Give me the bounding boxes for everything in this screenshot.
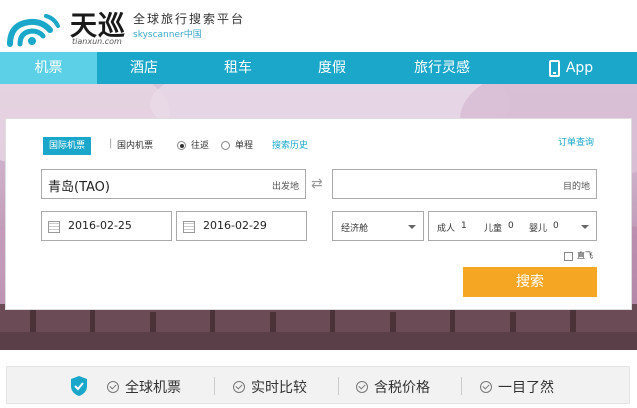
cabin-class-value: 经济舱 [341,224,369,234]
chevron-down-icon [408,225,416,229]
feature-divider [338,377,339,395]
check-circle-icon [107,381,119,393]
oneway-label[interactable]: 单程 [235,138,253,151]
feature-global-flights: 全球机票 [107,377,181,397]
feature-label: 含税价格 [374,380,430,396]
nav-item-flights[interactable]: 机票 [0,52,97,84]
return-date-input[interactable]: 2016-02-29 [176,211,307,241]
site-header: 天巡 tianxun.com 全球旅行搜索平台 skyscanner中国 [0,0,637,52]
main-nav: 机票 酒店 租车 度假 旅行灵感 App [0,52,637,84]
feature-label: 一目了然 [498,380,554,396]
check-circle-icon [233,381,245,393]
roundtrip-label[interactable]: 往返 [191,138,209,151]
chevron-down-icon [581,225,589,229]
site-slogan: 全球旅行搜索平台 [133,12,246,26]
passengers-select[interactable]: 成人 1 儿童 0 婴儿 0 [428,211,597,241]
feature-label: 实时比较 [251,380,307,396]
direct-flights-label[interactable]: 直飞 [577,250,593,261]
feature-label: 全球机票 [125,380,181,396]
feature-divider [214,377,215,395]
nav-item-inspiration[interactable]: 旅行灵感 [379,52,505,84]
search-button[interactable]: 搜索 [463,267,597,297]
depart-date-value: 2016-02-25 [68,219,132,232]
order-lookup-link[interactable]: 订单查询 [558,135,594,148]
feature-tax-included: 含税价格 [356,377,430,397]
return-date-value: 2016-02-29 [203,219,267,232]
adults-count: 1 [461,221,467,231]
origin-hint: 出发地 [271,182,299,192]
nav-item-app-label: App [565,60,594,76]
roundtrip-radio[interactable] [177,141,186,150]
tab-domestic-flights[interactable]: 国内机票 [117,138,153,151]
destination-hint: 目的地 [562,182,590,192]
feature-realtime-compare: 实时比较 [233,377,307,397]
site-sub-slogan: skyscanner中国 [133,30,202,40]
check-circle-icon [356,381,368,393]
nav-item-holidays[interactable]: 度假 [285,52,379,84]
calendar-icon [48,221,60,233]
logo-wifi-icon[interactable] [6,10,62,48]
children-label: 儿童 [484,224,503,234]
check-circle-icon [480,381,492,393]
cabin-class-select[interactable]: 经济舱 [332,211,424,241]
depart-date-input[interactable]: 2016-02-25 [41,211,172,241]
tab-international-flights[interactable]: 国际机票 [43,137,92,155]
adults-label: 成人 [437,224,456,234]
flight-search-panel: 国际机票 | 国内机票 往返 单程 搜索历史 订单查询 青岛(TAO) 出发地 … [5,118,632,310]
nav-item-car-rental[interactable]: 租车 [191,52,285,84]
search-history-link[interactable]: 搜索历史 [272,138,308,151]
calendar-icon [183,221,195,233]
feature-divider [461,377,462,395]
oneway-radio[interactable] [221,141,230,150]
nav-item-hotels[interactable]: 酒店 [97,52,191,84]
children-count: 0 [508,221,514,231]
phone-icon [548,59,560,77]
swap-airports-icon[interactable]: ⇄ [311,176,323,192]
feature-at-a-glance: 一目了然 [480,377,554,397]
origin-value: 青岛(TAO) [48,180,110,195]
origin-input[interactable]: 青岛(TAO) 出发地 [41,169,306,199]
destination-input[interactable]: 目的地 [332,169,597,199]
infants-count: 0 [553,221,559,231]
infants-label: 婴儿 [529,224,548,234]
tab-divider: | [109,138,113,149]
features-strip: 全球机票 实时比较 含税价格 一目了然 [6,366,630,404]
logo-domain: tianxun.com [72,37,122,46]
direct-flights-checkbox[interactable] [564,252,573,261]
shield-icon [71,376,87,396]
nav-item-app[interactable]: App [505,52,637,84]
